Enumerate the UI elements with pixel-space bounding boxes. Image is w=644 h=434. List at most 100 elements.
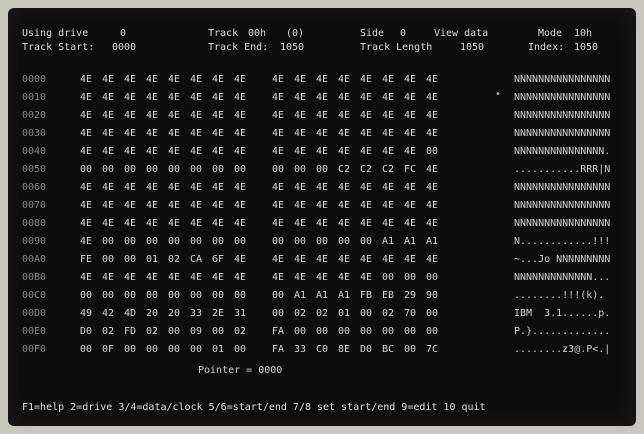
hex-byte[interactable]: 4E — [212, 146, 234, 157]
hex-byte[interactable]: 4E — [338, 182, 360, 193]
hex-byte[interactable]: 4E — [168, 92, 190, 103]
hex-byte[interactable]: 4E — [234, 200, 256, 211]
hex-byte[interactable]: 4E — [168, 74, 190, 85]
hex-byte[interactable]: 4E — [102, 110, 124, 121]
hex-byte[interactable]: 00 — [272, 164, 294, 175]
hex-byte[interactable]: 4E — [124, 92, 146, 103]
hex-byte[interactable]: 4E — [272, 74, 294, 85]
hex-byte[interactable]: 4E — [234, 218, 256, 229]
hex-byte[interactable]: 4E — [294, 200, 316, 211]
hex-byte[interactable]: 00 — [80, 290, 102, 301]
hex-byte[interactable]: FA — [272, 326, 294, 337]
hex-byte[interactable]: 33 — [190, 308, 212, 319]
hex-byte[interactable]: 00 — [146, 290, 168, 301]
hex-byte[interactable]: 00 — [190, 290, 212, 301]
hex-byte[interactable]: 00 — [294, 326, 316, 337]
hex-byte[interactable]: 33 — [294, 344, 316, 355]
hex-byte[interactable]: 4E — [190, 182, 212, 193]
hex-byte[interactable]: 00 — [168, 236, 190, 247]
hex-byte[interactable]: 4E — [426, 164, 448, 175]
hex-byte[interactable]: 4E — [294, 74, 316, 85]
hex-byte[interactable]: 7C — [426, 344, 448, 355]
hex-byte[interactable]: C0 — [316, 344, 338, 355]
hex-byte[interactable]: 4E — [168, 182, 190, 193]
hex-byte[interactable]: 4E — [404, 146, 426, 157]
hex-byte[interactable]: 4E — [80, 200, 102, 211]
hex-byte[interactable]: FD — [124, 326, 146, 337]
hex-byte[interactable]: 4D — [124, 308, 146, 319]
hex-byte[interactable]: EB — [382, 290, 404, 301]
hex-byte[interactable]: 4E — [360, 110, 382, 121]
hex-byte[interactable]: FA — [272, 344, 294, 355]
hex-byte[interactable]: 02 — [146, 326, 168, 337]
hex-byte[interactable]: C2 — [338, 164, 360, 175]
hex-byte[interactable]: 4E — [382, 128, 404, 139]
hex-byte[interactable]: 4E — [338, 92, 360, 103]
hex-byte[interactable]: 4E — [212, 218, 234, 229]
hex-byte[interactable]: 00 — [316, 164, 338, 175]
hex-byte[interactable]: 00 — [360, 308, 382, 319]
hex-row[interactable]: 0070 4E 4E 4E 4E 4E 4E 4E 4E 4E 4E 4E 4E 4E 4E 4E 4E — [22, 200, 448, 211]
hex-byte[interactable]: 4E — [316, 254, 338, 265]
hex-byte[interactable]: 4E — [426, 218, 448, 229]
hex-byte[interactable]: 01 — [146, 254, 168, 265]
hex-byte[interactable]: 4E — [212, 200, 234, 211]
hex-byte[interactable]: 4E — [234, 128, 256, 139]
hex-byte[interactable]: 4E — [360, 218, 382, 229]
hex-byte[interactable]: 4E — [168, 110, 190, 121]
hex-byte[interactable]: 4E — [80, 92, 102, 103]
hex-byte[interactable]: 4E — [360, 254, 382, 265]
hex-byte[interactable]: 4E — [124, 182, 146, 193]
hex-byte[interactable]: 4E — [102, 146, 124, 157]
hex-byte[interactable]: 4E — [338, 146, 360, 157]
hex-row[interactable]: 00A0 FE 00 00 01 02 CA 6F 4E 4E 4E 4E 4E 4E 4E 4E 4E — [22, 254, 448, 265]
hex-byte[interactable]: 00 — [190, 236, 212, 247]
hex-byte[interactable]: 4E — [426, 128, 448, 139]
hex-byte[interactable]: 4E — [294, 146, 316, 157]
hex-byte[interactable]: 4E — [168, 200, 190, 211]
hex-byte[interactable]: 00 — [426, 146, 448, 157]
hex-byte[interactable]: 00 — [146, 236, 168, 247]
hex-byte[interactable]: 4E — [316, 218, 338, 229]
hex-byte[interactable]: 4E — [316, 146, 338, 157]
hex-byte[interactable]: 4E — [338, 128, 360, 139]
hex-row[interactable]: 00D0 49 42 4D 20 20 33 2E 31 00 02 02 01 00 02 70 00 — [22, 308, 448, 319]
hex-byte[interactable]: 4E — [80, 236, 102, 247]
hex-row[interactable]: 0040 4E 4E 4E 4E 4E 4E 4E 4E 4E 4E 4E 4E 4E 4E 4E 00 — [22, 146, 448, 157]
hex-byte[interactable]: 00 — [316, 326, 338, 337]
hex-byte[interactable]: 4E — [234, 146, 256, 157]
hex-byte[interactable]: 4E — [294, 272, 316, 283]
hex-byte[interactable]: FC — [404, 164, 426, 175]
hex-byte[interactable]: 4E — [404, 218, 426, 229]
hex-byte[interactable]: 4E — [382, 74, 404, 85]
hex-byte[interactable]: 4E — [102, 128, 124, 139]
hex-byte[interactable]: 4E — [404, 110, 426, 121]
hex-byte[interactable]: 4E — [272, 200, 294, 211]
hex-byte[interactable]: 6F — [212, 254, 234, 265]
hex-byte[interactable]: 4E — [360, 92, 382, 103]
hex-byte[interactable]: 00 — [338, 236, 360, 247]
hex-byte[interactable]: 4E — [404, 254, 426, 265]
hex-byte[interactable]: 4E — [338, 74, 360, 85]
hex-byte[interactable]: 4E — [272, 92, 294, 103]
hex-byte[interactable]: 00 — [102, 254, 124, 265]
hex-row[interactable]: 00E0 D0 02 FD 02 00 09 00 02 FA 00 00 00 00 00 00 00 — [22, 326, 448, 337]
hex-byte[interactable]: 4E — [80, 272, 102, 283]
hex-byte[interactable]: CA — [190, 254, 212, 265]
hex-byte[interactable]: 4E — [124, 128, 146, 139]
hex-byte[interactable]: 4E — [234, 272, 256, 283]
hex-byte[interactable]: 4E — [316, 110, 338, 121]
hex-byte[interactable]: 4E — [80, 182, 102, 193]
hex-byte[interactable]: 02 — [294, 308, 316, 319]
hex-byte[interactable]: 4E — [272, 254, 294, 265]
hex-byte[interactable]: 4E — [382, 254, 404, 265]
hex-byte[interactable]: 4E — [272, 146, 294, 157]
hex-byte[interactable]: 02 — [382, 308, 404, 319]
hex-byte[interactable]: 4E — [212, 128, 234, 139]
hex-byte[interactable]: 4E — [80, 128, 102, 139]
hex-byte[interactable]: 4E — [212, 74, 234, 85]
hex-byte[interactable]: 00 — [168, 164, 190, 175]
hex-byte[interactable]: 00 — [382, 272, 404, 283]
hex-byte[interactable]: 00 — [168, 326, 190, 337]
hex-byte[interactable]: 4E — [294, 110, 316, 121]
